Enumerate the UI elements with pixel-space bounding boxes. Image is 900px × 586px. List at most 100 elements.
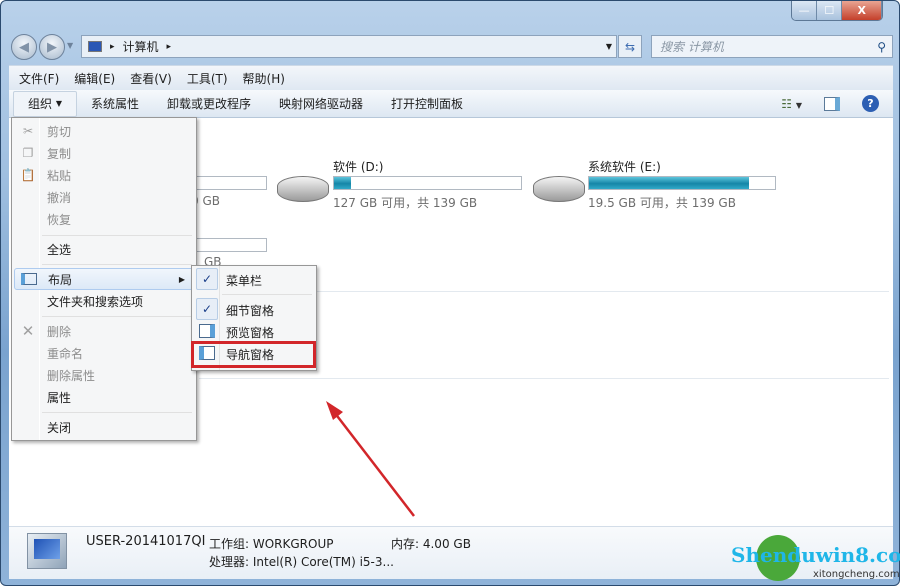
search-icon[interactable]: ⚲: [877, 40, 886, 54]
uninstall-program-button[interactable]: 卸载或更改程序: [153, 91, 265, 117]
menu-item-label: 文件夹和搜索选项: [47, 294, 144, 309]
drive-e-usage-bar: [588, 176, 776, 190]
computer-icon: [27, 533, 67, 569]
menu-item-label: 关闭: [47, 420, 72, 435]
menu-item-label: 剪切: [47, 124, 72, 139]
menu-item-label: 恢复: [47, 212, 72, 227]
menu-item-delete[interactable]: ✕ 删除: [14, 320, 194, 342]
menu-item-cut[interactable]: ✂ 剪切: [14, 120, 194, 142]
checkmark-icon: ✓: [196, 268, 218, 290]
window-controls: — ☐ X: [791, 1, 883, 21]
command-bar: 组织 ▼ 系统属性 卸载或更改程序 映射网络驱动器 打开控制面板 ☷ ▼ ?: [9, 90, 893, 118]
workgroup: 工作组: WORKGROUP: [209, 537, 334, 551]
processor: 处理器: Intel(R) Core(TM) i5-3...: [209, 555, 394, 569]
drive-d-name[interactable]: 软件 (D:): [333, 158, 383, 175]
menu-item-rename[interactable]: 重命名: [14, 342, 194, 364]
change-view-button[interactable]: ☷ ▼: [781, 97, 802, 111]
drive-d-free: 127 GB 可用，共 139 GB: [333, 196, 478, 210]
refresh-icon: ⇆: [624, 39, 636, 54]
computer-icon: [88, 41, 102, 52]
search-placeholder: 搜索 计算机: [660, 40, 724, 54]
menu-item-label: 全选: [47, 242, 72, 257]
copy-icon: ❐: [22, 146, 34, 160]
close-button[interactable]: X: [842, 1, 882, 20]
forward-button[interactable]: ▶: [39, 34, 65, 60]
drive-usage-bar: [189, 238, 267, 252]
breadcrumb-separator: ▸: [110, 41, 115, 52]
drive-e-name[interactable]: 系统软件 (E:): [588, 158, 661, 175]
menu-item-label: 属性: [47, 390, 72, 405]
minimize-button[interactable]: —: [792, 1, 818, 20]
organize-label: 组织: [28, 97, 53, 111]
menu-item-label: 撤消: [47, 190, 72, 205]
open-control-panel-button[interactable]: 打开控制面板: [377, 91, 477, 117]
menu-item-label: 粘贴: [47, 168, 72, 183]
map-network-drive-button[interactable]: 映射网络驱动器: [265, 91, 377, 117]
help-icon[interactable]: ?: [862, 95, 879, 112]
maximize-button[interactable]: ☐: [817, 1, 843, 20]
submenu-item-label: 菜单栏: [226, 274, 263, 288]
menu-item-undo[interactable]: 撤消: [14, 186, 194, 208]
delete-icon: ✕: [21, 322, 35, 340]
refresh-button[interactable]: ⇆: [618, 35, 642, 58]
submenu-item-preview-pane[interactable]: 预览窗格: [194, 320, 314, 342]
menu-item-layout[interactable]: 布局 ▶: [14, 268, 194, 290]
menu-item-properties[interactable]: 属性: [14, 386, 194, 408]
scissors-icon: ✂: [22, 124, 34, 138]
menu-item-label: 删除属性: [47, 368, 96, 383]
address-dropdown[interactable]: ▼: [606, 42, 612, 51]
menu-item-label: 删除: [47, 324, 72, 339]
drive-e-free: 19.5 GB 可用，共 139 GB: [588, 196, 736, 210]
watermark-text: Shenduwin8.com: [731, 543, 900, 567]
system-properties-button[interactable]: 系统属性: [77, 91, 153, 117]
menu-view[interactable]: 查看(V): [130, 70, 172, 87]
menu-item-folder-options[interactable]: 文件夹和搜索选项: [14, 290, 194, 312]
menu-tools[interactable]: 工具(T): [187, 70, 228, 87]
annotation-arrow: [326, 401, 415, 517]
back-button[interactable]: ◀: [11, 34, 37, 60]
annotation-highlight-box: [191, 341, 316, 368]
menu-item-remove-properties[interactable]: 删除属性: [14, 364, 194, 386]
drive-d-usage-bar: [333, 176, 522, 190]
menu-item-select-all[interactable]: 全选: [14, 238, 194, 260]
submenu-item-label: 细节窗格: [226, 304, 275, 318]
submenu-arrow-icon: ▶: [178, 274, 185, 284]
watermark-subtext: xitongcheng.com: [813, 569, 900, 580]
computer-name: USER-20141017QI: [86, 534, 206, 549]
arrow-left-icon: ◀: [19, 39, 29, 55]
menu-item-label: 复制: [47, 146, 72, 161]
submenu-item-label: 预览窗格: [226, 326, 275, 340]
hard-drive-icon[interactable]: [277, 176, 329, 202]
group-divider: [199, 378, 889, 379]
preview-pane-button[interactable]: [824, 96, 840, 111]
menu-item-label: 布局: [48, 272, 73, 287]
breadcrumb-computer[interactable]: 计算机: [123, 38, 159, 55]
menu-item-paste[interactable]: 📋 粘贴: [14, 164, 194, 186]
breadcrumb-chevron[interactable]: ▸: [167, 42, 172, 52]
recent-pages-dropdown[interactable]: ▼: [67, 41, 73, 50]
menu-help[interactable]: 帮助(H): [243, 70, 285, 87]
layout-icon: [21, 273, 37, 285]
menu-item-label: 重命名: [47, 346, 84, 361]
hard-drive-icon[interactable]: [533, 176, 585, 202]
menu-item-close[interactable]: 关闭: [14, 416, 194, 438]
search-input[interactable]: 搜索 计算机 ⚲: [651, 35, 893, 58]
menu-item-redo[interactable]: 恢复: [14, 208, 194, 230]
organize-button[interactable]: 组织 ▼: [13, 90, 77, 117]
paste-icon: 📋: [20, 168, 36, 182]
submenu-item-details-pane[interactable]: ✓ 细节窗格: [194, 298, 314, 320]
preview-pane-icon: [199, 324, 215, 338]
submenu-item-menu-bar[interactable]: ✓ 菜单栏: [194, 268, 314, 290]
organize-menu: ✂ 剪切 ❐ 复制 📋 粘贴 撤消 恢复 全选 布局 ▶ 文件夹和搜索选项 ✕ 删除 重命…: [11, 117, 197, 441]
memory: 内存: 4.00 GB: [391, 537, 471, 551]
watermark: Shenduwin8.com xitongcheng.com: [731, 531, 900, 585]
chevron-down-icon: ▼: [55, 99, 62, 108]
arrow-right-icon: ▶: [47, 39, 57, 55]
drive-c-usage-bar: [189, 176, 267, 190]
menu-edit[interactable]: 编辑(E): [74, 70, 115, 87]
checkmark-icon: ✓: [196, 298, 218, 320]
menu-item-copy[interactable]: ❐ 复制: [14, 142, 194, 164]
menu-bar: 文件(F) 编辑(E) 查看(V) 工具(T) 帮助(H): [9, 65, 893, 90]
menu-file[interactable]: 文件(F): [19, 70, 59, 87]
address-bar[interactable]: ▸ 计算机 ▸ ▼: [81, 35, 617, 58]
